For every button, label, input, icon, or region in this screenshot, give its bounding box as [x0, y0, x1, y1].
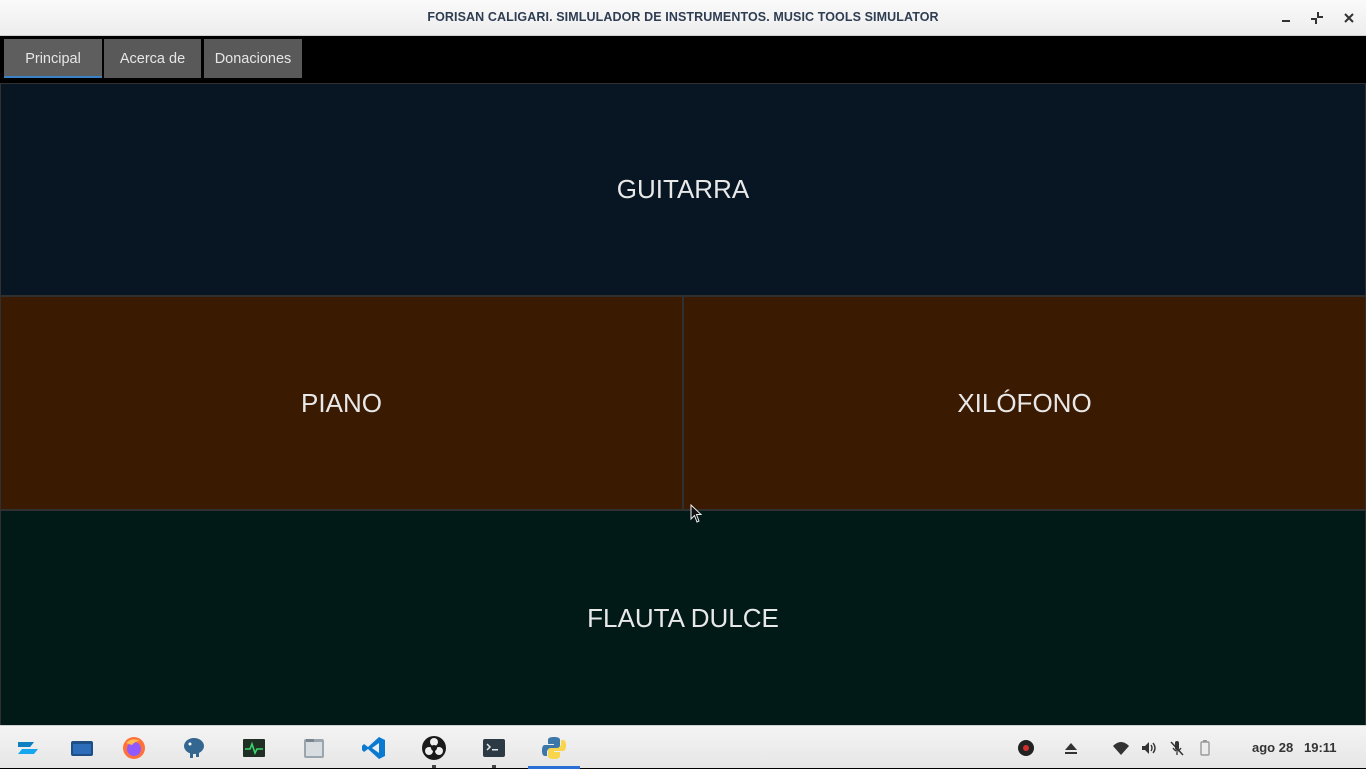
mic-muted-icon[interactable]	[1168, 739, 1186, 757]
postgres-elephant-icon[interactable]	[180, 734, 208, 762]
guitarra-label: GUITARRA	[616, 174, 750, 204]
restore-icon[interactable]	[1307, 8, 1327, 28]
eject-icon[interactable]	[1062, 739, 1080, 757]
guitarra-button[interactable]: GUITARRA	[1, 84, 1365, 295]
tab-acerca-de[interactable]: Acerca de	[104, 39, 201, 78]
flauta-dulce-button[interactable]: FLAUTA DULCE	[1, 511, 1365, 725]
piano-label: PIANO	[301, 387, 382, 418]
python-icon[interactable]	[540, 734, 568, 762]
taskbar: ago 28 19:11	[0, 725, 1366, 769]
close-icon[interactable]	[1339, 8, 1359, 28]
tab-principal[interactable]: Principal	[4, 39, 102, 78]
window-title: FORISAN CALIGARI. SIMLULADOR DE INSTRUME…	[427, 10, 939, 24]
minimize-icon[interactable]	[1276, 8, 1296, 28]
files-window-icon[interactable]	[68, 734, 96, 762]
zorin-menu-icon[interactable]	[14, 734, 42, 762]
file-manager-icon[interactable]	[300, 734, 328, 762]
tab-donaciones[interactable]: Donaciones	[204, 39, 302, 78]
window-titlebar[interactable]: FORISAN CALIGARI. SIMLULADOR DE INSTRUME…	[0, 0, 1366, 36]
mouse-pointer-icon	[690, 503, 704, 524]
xilofono-label: XILÓFONO	[957, 387, 1092, 418]
xilofono-button[interactable]: XILÓFONO	[684, 297, 1365, 509]
vscode-icon[interactable]	[360, 734, 388, 762]
wifi-icon[interactable]	[1112, 739, 1130, 757]
clock-date[interactable]: ago 28	[1252, 740, 1293, 755]
obs-icon[interactable]	[420, 734, 448, 762]
firefox-icon[interactable]	[120, 734, 148, 762]
terminal-icon[interactable]	[480, 734, 508, 762]
clock-time[interactable]: 19:11	[1304, 740, 1337, 755]
system-monitor-icon[interactable]	[240, 734, 268, 762]
tab-bar: Principal Acerca de Donaciones	[0, 37, 1366, 83]
main-content: GUITARRA PIANO XILÓFONO FLAUTA DULCE	[0, 83, 1366, 725]
battery-icon[interactable]	[1196, 739, 1214, 757]
volume-icon[interactable]	[1140, 739, 1158, 757]
piano-button[interactable]: PIANO	[1, 297, 682, 509]
flauta-dulce-label: FLAUTA DULCE	[587, 602, 779, 633]
obs-tray-icon[interactable]	[1017, 739, 1035, 757]
